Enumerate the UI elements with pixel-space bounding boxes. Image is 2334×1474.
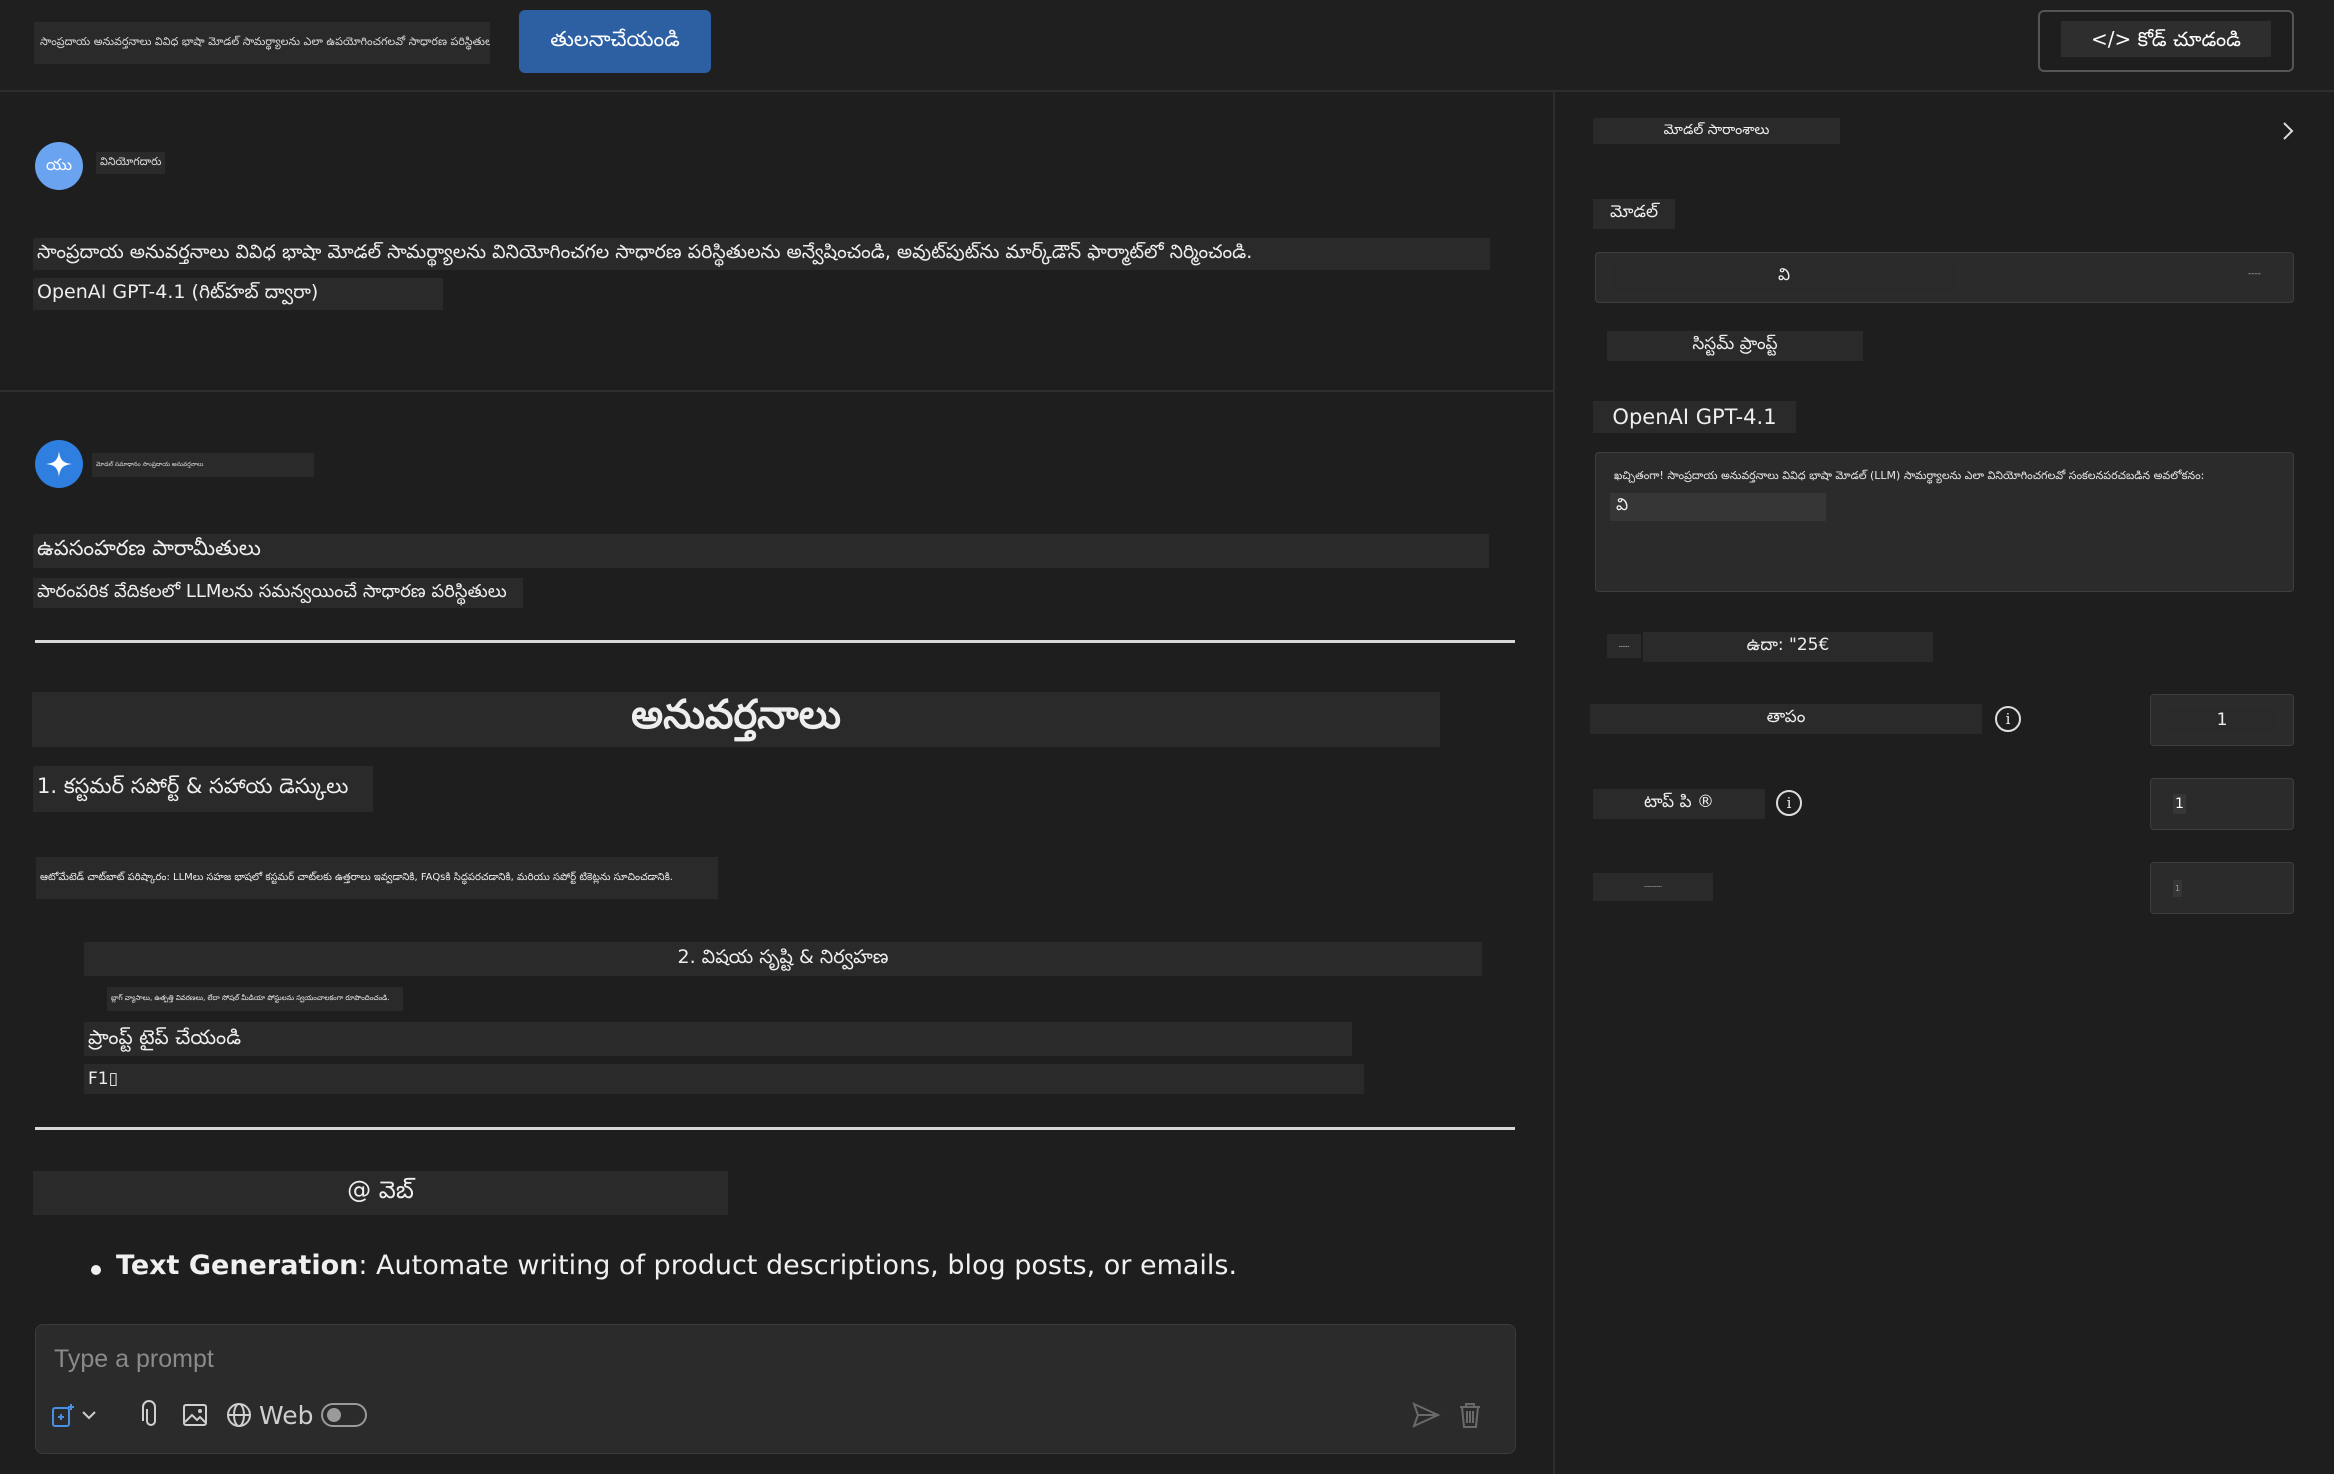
web-toggle-group: Web [225, 1395, 314, 1435]
prompt-mode-button[interactable] [50, 1395, 100, 1435]
compare-prompt-input[interactable]: సాంప్రదాయ అనువర్తనాలు వివిధ భాషా మోడల్ స… [34, 22, 490, 64]
section-title: ఉపసంహరణ పారామీతులు [33, 534, 1489, 568]
bullet-bold: Text Generation [116, 1250, 359, 1281]
model-select-badge: ---- [2248, 269, 2261, 279]
bullet-text: : Automate writing of product descriptio… [358, 1250, 1238, 1281]
temperature-label: తాపం [1590, 704, 1982, 734]
chevron-right-icon [2283, 122, 2294, 140]
top-p-label: టాప్ పి ® [1593, 789, 1765, 819]
divider [35, 640, 1515, 643]
assistant-name: మోడల్ సమాధానం సాంప్రదాయ అనువర్తనాలు [92, 453, 314, 477]
item2-title: 2. విషయ సృష్టి & నిర్వహణ [84, 942, 1482, 976]
send-icon [1412, 1402, 1441, 1428]
system-prompt-label: సిస్టమ్ ప్రాంప్ట్ [1607, 331, 1863, 361]
assistant-avatar [35, 440, 83, 488]
user-name: వినియోగదారు [96, 152, 166, 174]
delete-button[interactable] [1457, 1395, 1483, 1435]
image-icon [183, 1404, 207, 1426]
compare-button[interactable]: తులనాచేయండి [519, 10, 711, 73]
send-button[interactable] [1411, 1395, 1441, 1435]
chevron-down-icon [82, 1411, 96, 1420]
view-code-label: </> కోడ్ చూడండి [2061, 20, 2271, 57]
divider [35, 1127, 1515, 1130]
prompt-input[interactable] [52, 1340, 1496, 1378]
model-select-value: వి [1612, 263, 1956, 291]
web-label-text: Web [259, 1400, 314, 1430]
sparkle-icon [46, 451, 72, 477]
bullet-dot [91, 1265, 101, 1275]
item2-code: F1▯ [84, 1064, 1364, 1094]
web-label: @ వెబ్ [33, 1171, 728, 1215]
top-p-info-icon[interactable]: i [1776, 790, 1802, 816]
third-param-label: ---------- [1593, 873, 1713, 901]
paperclip-icon [142, 1400, 156, 1426]
attach-button[interactable] [138, 1395, 164, 1435]
item2-prompt: ప్రాంప్ట్ టైప్ చేయండి [84, 1022, 1352, 1056]
example-tag: ----- [1607, 634, 1641, 658]
model-label: మోడల్ [1593, 199, 1675, 229]
applications-heading: అనువర్తనాలు [32, 692, 1440, 747]
user-message-text: సాంప్రదాయ అనువర్తనాలు వివిధ భాషా మోడల్ స… [33, 238, 1490, 270]
item2-body: బ్లాగ్ వ్యాసాలు, ఉత్పత్తి వివరణలు, లేదా … [107, 987, 403, 1011]
trash-icon [1460, 1403, 1480, 1428]
bullet-item: Text Generation: Automate writing of pro… [116, 1250, 1237, 1281]
section-subtitle: పారంపరిక వేదికలలో LLMలను సమన్వయించే సాధా… [33, 578, 523, 608]
temperature-input[interactable]: 1 [2150, 694, 2294, 746]
prompt-mode-icon [52, 1404, 74, 1427]
third-param-value: 1 [2173, 879, 2183, 897]
temperature-info-icon[interactable]: i [1995, 706, 2021, 732]
model-select[interactable]: వి ---- [1595, 252, 2294, 303]
web-toggle[interactable] [321, 1403, 367, 1427]
panel-header: మోడల్ సారాంశాలు [1593, 118, 1840, 144]
view-code-button[interactable]: </> కోడ్ చూడండి [2038, 10, 2294, 72]
top-p-input[interactable]: 1 [2150, 778, 2294, 830]
system-prompt-line2: వి [1610, 493, 1826, 521]
globe-icon [227, 1403, 251, 1427]
example-text: ఉదా: "25€ [1643, 632, 1933, 662]
system-prompt-model-name: OpenAI GPT-4.1 [1593, 401, 1796, 433]
third-param-input[interactable]: 1 [2150, 862, 2294, 914]
toggle-knob [327, 1408, 341, 1422]
top-p-value: 1 [2173, 794, 2186, 814]
user-message-model: OpenAI GPT-4.1 (గిట్‌హబ్ ద్వారా) [33, 278, 443, 310]
temperature-value: 1 [2168, 708, 2276, 732]
image-button[interactable] [181, 1395, 209, 1435]
item1-body: ఆటోమేటెడ్ చాట్‌బాట్ పరిష్కారం: LLMలు సహజ… [36, 857, 718, 899]
system-prompt-text: ఖచ్చితంగా! సాంప్రదాయ అనువర్తనాలు వివిధ భ… [1614, 469, 2205, 482]
item1-title: 1. కస్టమర్ సపోర్ట్ & సహాయ డెస్కులు [33, 766, 373, 812]
collapse-panel-button[interactable] [2276, 118, 2300, 148]
user-avatar: యు [35, 142, 83, 190]
system-prompt-textarea[interactable]: ఖచ్చితంగా! సాంప్రదాయ అనువర్తనాలు వివిధ భ… [1595, 452, 2294, 592]
